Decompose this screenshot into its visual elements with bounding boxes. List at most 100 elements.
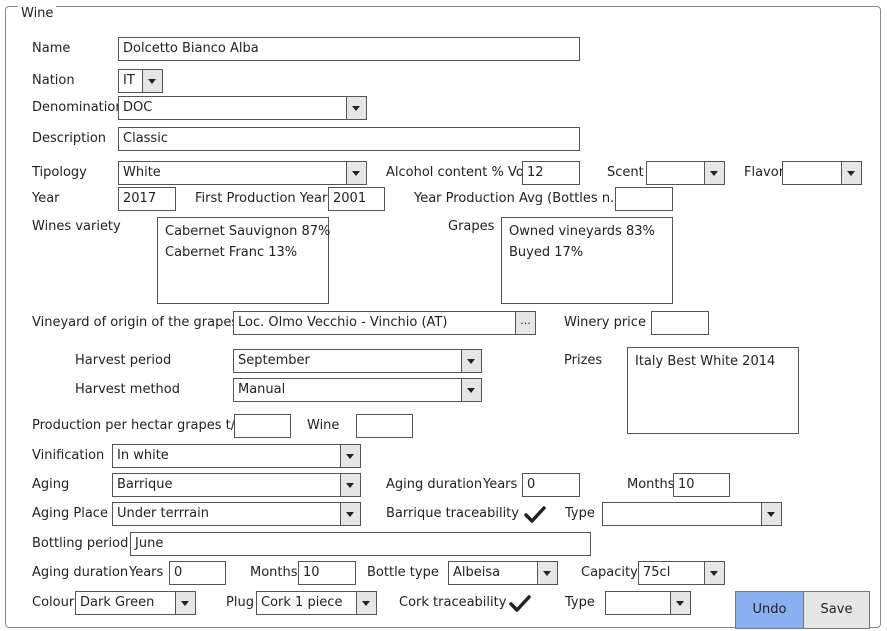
save-button[interactable]: Save [803,591,870,629]
aging-months-field[interactable]: 10 [673,473,730,497]
aging-place-select[interactable]: Under terrrain [112,502,361,526]
vineyard-value: Loc. Olmo Vecchio - Vinchio (AT) [238,315,448,330]
colour-select[interactable]: Dark Green [75,591,196,615]
description-label: Description [32,131,107,146]
nation-value: IT [123,73,135,88]
aging-years-field[interactable]: 0 [522,473,580,497]
prizes-list[interactable]: Italy Best White 2014 [627,347,799,434]
aging-2-years-label: Years [129,565,164,580]
year-avg-field[interactable] [615,187,673,211]
capacity-select[interactable]: 75cl [638,561,725,585]
grapes-label: Grapes [448,219,495,234]
chevron-down-icon[interactable] [461,379,481,401]
bottle-type-label: Bottle type [367,565,439,580]
wines-variety-label: Wines variety [32,219,121,234]
colour-value: Dark Green [80,595,155,610]
aging-months-label: Months [627,477,675,492]
barrique-type-select[interactable] [602,502,782,526]
vinification-label: Vinification [32,448,105,463]
nation-select[interactable]: IT [118,69,163,93]
aging-duration-label: Aging duration [386,477,483,492]
first-year-field[interactable]: 2001 [328,187,385,211]
chevron-down-icon[interactable] [841,162,861,184]
list-item: Buyed 17% [509,245,584,260]
harvest-period-select[interactable]: September [233,349,482,373]
wine-label: Wine [307,418,340,433]
wine-field[interactable] [356,414,413,438]
year-label: Year [32,191,60,206]
production-field[interactable] [234,414,291,438]
aging-2-months-field[interactable]: 10 [298,561,356,585]
flavor-select[interactable] [782,161,862,185]
nation-label: Nation [32,73,75,88]
denomination-value: DOC [123,100,153,115]
tipology-label: Tipology [32,165,87,180]
scent-select[interactable] [646,161,725,185]
chevron-down-icon[interactable] [670,592,690,614]
vineyard-field[interactable]: Loc. Olmo Vecchio - Vinchio (AT) ... [233,311,536,335]
checkmark-icon[interactable] [509,594,531,614]
alcohol-field[interactable]: 12 [522,161,580,185]
barrique-type-label: Type [565,506,595,521]
chevron-down-icon[interactable] [356,592,376,614]
bottling-period-field[interactable]: June [130,532,591,556]
winery-price-field[interactable] [651,311,709,335]
list-item: Owned vineyards 83% [509,224,655,239]
scent-label: Scent [607,165,644,180]
plug-select[interactable]: Cork 1 piece [256,591,377,615]
tipology-select[interactable]: White [118,161,367,185]
cork-type-select[interactable] [605,591,691,615]
chevron-down-icon[interactable] [340,474,360,496]
aging-2-years-field[interactable]: 0 [169,561,226,585]
aging-2-months-label: Months [250,565,298,580]
grapes-list[interactable]: Owned vineyards 83% Buyed 17% [501,217,673,304]
aging-select[interactable]: Barrique [112,473,361,497]
denomination-select[interactable]: DOC [118,96,367,120]
undo-button[interactable]: Undo [735,591,804,629]
wines-variety-list[interactable]: Cabernet Sauvignon 87% Cabernet Franc 13… [157,217,330,304]
denomination-label: Denomination [32,100,124,115]
vineyard-label: Vineyard of origin of the grapes [32,315,239,330]
chevron-down-icon[interactable] [537,562,557,584]
description-field[interactable]: Classic [118,127,580,151]
vinification-select[interactable]: In white [112,444,361,468]
chevron-down-icon[interactable] [142,70,162,92]
harvest-period-value: September [238,353,310,368]
chevron-down-icon[interactable] [461,350,481,372]
harvest-method-label: Harvest method [75,382,180,397]
barrique-traceability-label: Barrique traceability [386,506,519,521]
flavor-label: Flavor [744,165,785,180]
aging-duration-2-label: Aging duration [32,565,129,580]
harvest-method-value: Manual [238,382,286,397]
group-title: Wine [18,6,57,21]
name-field[interactable]: Dolcetto Bianco Alba [118,37,580,61]
cork-traceability-label: Cork traceability [399,595,507,610]
aging-years-label: Years [483,477,518,492]
list-item: Cabernet Franc 13% [165,245,298,260]
year-field[interactable]: 2017 [118,187,176,211]
harvest-method-select[interactable]: Manual [233,378,482,402]
bottle-type-select[interactable]: Albeisa [448,561,558,585]
winery-price-label: Winery price [564,315,646,330]
prizes-label: Prizes [564,353,603,368]
bottle-type-value: Albeisa [453,565,501,580]
chevron-down-icon[interactable] [761,503,781,525]
capacity-label: Capacity [581,565,638,580]
colour-label: Colour [32,595,75,610]
name-label: Name [32,41,71,56]
chevron-down-icon[interactable] [704,162,724,184]
alcohol-label: Alcohol content % Vol. [386,165,532,180]
checkmark-icon[interactable] [524,505,546,525]
chevron-down-icon[interactable] [704,562,724,584]
chevron-down-icon[interactable] [340,445,360,467]
chevron-down-icon[interactable] [346,97,366,119]
harvest-period-label: Harvest period [75,353,172,368]
aging-label: Aging [32,477,70,492]
chevron-down-icon[interactable] [175,592,195,614]
year-avg-label: Year Production Avg (Bottles n.) [414,191,620,206]
aging-place-label: Aging Place [32,506,108,521]
browse-button[interactable]: ... [515,312,535,334]
chevron-down-icon[interactable] [346,162,366,184]
bottling-period-label: Bottling period [32,536,129,551]
chevron-down-icon[interactable] [340,503,360,525]
